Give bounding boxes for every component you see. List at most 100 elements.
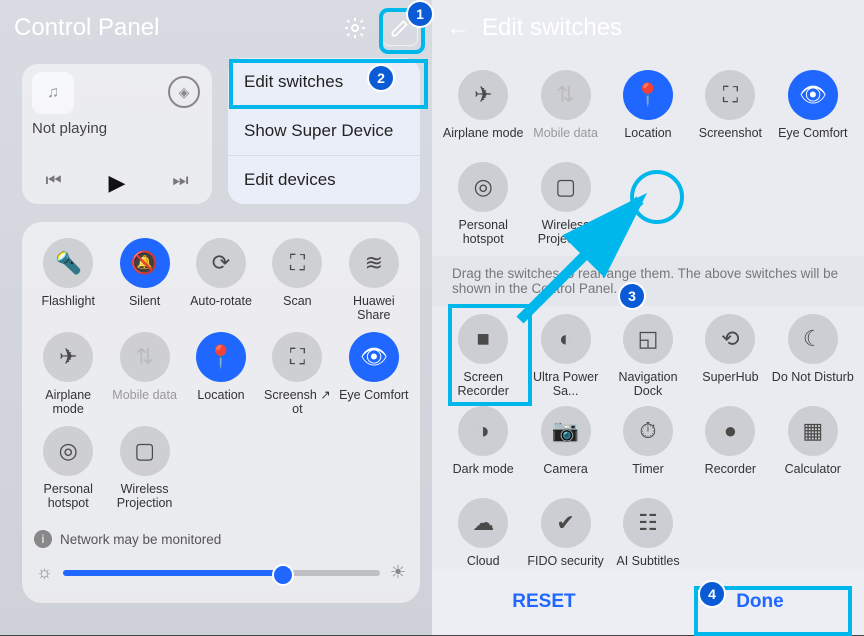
switch-auto-rotate[interactable]: ⟳Auto-rotate [183,238,259,324]
hub-icon: ⟲ [705,314,755,364]
right-header: ← Edit switches [432,0,864,56]
menu-edit-devices[interactable]: Edit devices [228,156,420,204]
annotation-1: 1 [406,0,434,28]
switch-label: Location [624,126,671,156]
calc-icon: ▦ [788,406,838,456]
switch-label: Timer [632,462,663,492]
media-controls: ⏮ ▶ ⏭ [22,170,212,196]
switch-ultra-power-sa-[interactable]: ◐Ultra Power Sa... [524,314,606,400]
switch-label: Silent [129,294,160,324]
annotation-3: 3 [618,282,646,310]
switch-label: Personal hotspot [442,218,524,248]
flash-icon: 🔦 [43,238,93,288]
switch-airplane-mode[interactable]: ✈Airplane mode [30,332,106,418]
shot-icon: ⛶ [272,332,322,382]
switch-label: Screensh ↗ ot [259,388,335,418]
switch-personal-hotspot[interactable]: ◎ Personal hotspot [442,162,524,248]
switch-dark-mode[interactable]: ◑ Dark mode [442,406,524,492]
switch-label: Camera [543,462,587,492]
prev-icon[interactable]: ⏮ [45,170,61,196]
switch-screen-recorder[interactable]: ■ Screen Recorder [442,314,524,400]
switch-screenshot[interactable]: ⛶ Screenshot [689,70,771,156]
nav-icon: ◱ [623,314,673,364]
switch-label: Recorder [705,462,756,492]
power-icon: ◐ [541,314,591,364]
rec-icon: ■ [458,314,508,364]
network-note: i Network may be monitored [34,530,408,548]
switch-location[interactable]: 📍 Location [607,70,689,156]
switch-mobile-data[interactable]: ⇅Mobile data [106,332,182,418]
switch-calculator[interactable]: ▦ Calculator [772,406,854,492]
cast-icon: ▢ [120,426,170,476]
switch-eye-comfort[interactable]: 👁Eye Comfort [772,70,854,156]
switch-mobile-data[interactable]: ⇅Mobile data [524,70,606,156]
switch-timer[interactable]: ⏱ Timer [607,406,689,492]
scan-icon: ⛶ [272,238,322,288]
switch-label: Screen Recorder [442,370,524,400]
note-text: Network may be monitored [60,532,221,547]
hotspot-icon: ◎ [458,162,508,212]
switch-label: Mobile data [112,388,177,418]
switch-location[interactable]: 📍Location [183,332,259,418]
cloud-icon: ☁ [458,498,508,548]
plane-icon: ✈ [458,70,508,120]
switch-camera[interactable]: 📷 Camera [524,406,606,492]
title: Control Panel [14,14,328,42]
dark-icon: ◑ [458,406,508,456]
switch-label: Dark mode [453,462,514,492]
slider-thumb[interactable] [272,564,294,586]
drag-instruction: Drag the switches to rearrange them. The… [432,256,864,306]
switch-label: Wireless Projection [524,218,606,248]
moon-icon: ☾ [788,314,838,364]
mic-icon: ● [705,406,755,456]
pin-icon: 📍 [196,332,246,382]
switch-label: Huawei Share [336,294,412,324]
switch-personal-hotspot[interactable]: ◎Personal hotspot [30,426,106,512]
album-art-icon: ♫ [32,72,74,114]
brightness-slider[interactable]: ☼ ☀ [36,562,406,583]
switch-wireless-projection[interactable]: ▢ Wireless Projection [524,162,606,248]
share-icon: ≋ [349,238,399,288]
shot-icon: ⛶ [705,70,755,120]
switch-label: SuperHub [702,370,758,400]
switch-eye-comfort[interactable]: 👁Eye Comfort [336,332,412,418]
reset-button[interactable]: RESET [466,581,621,623]
switch-label: Screenshot [699,126,762,156]
footer: RESET Done [432,569,864,635]
switch-label: Navigation Dock [607,370,689,400]
timer-icon: ⏱ [623,406,673,456]
eye-icon: 👁 [349,332,399,382]
bell-icon: 🔕 [120,238,170,288]
menu-show-super-device[interactable]: Show Super Device [228,107,420,156]
switch-label: Do Not Disturb [772,370,854,400]
switch-airplane-mode[interactable]: ✈ Airplane mode [442,70,524,156]
switch-scan[interactable]: ⛶Scan [259,238,335,324]
now-playing-label: Not playing [32,120,202,137]
switch-label: Calculator [785,462,841,492]
switch-superhub[interactable]: ⟲ SuperHub [689,314,771,400]
back-arrow-icon[interactable]: ← [446,14,470,42]
settings-gear-icon[interactable] [338,11,372,45]
switch-flashlight[interactable]: 🔦Flashlight [30,238,106,324]
plane-icon: ✈ [43,332,93,382]
next-icon[interactable]: ⏭ [172,170,188,196]
rotate-icon: ⟳ [196,238,246,288]
music-card: ♫ ◈ Not playing ⏮ ▶ ⏭ [22,64,212,204]
hotspot-icon: ◎ [43,426,93,476]
switch-do-not-disturb[interactable]: ☾ Do Not Disturb [772,314,854,400]
play-icon[interactable]: ▶ [109,170,126,196]
cam-icon: 📷 [541,406,591,456]
pin-icon: 📍 [623,70,673,120]
slider-track[interactable] [63,570,380,576]
cast-icon: ▢ [541,162,591,212]
switch-recorder[interactable]: ● Recorder [689,406,771,492]
cast-audio-icon[interactable]: ◈ [168,76,200,108]
switch-screensh-ot[interactable]: ⛶ Screensh ↗ ot [259,332,335,418]
switch-label: Mobile data [533,126,598,156]
switch-huawei-share[interactable]: ≋ Huawei Share [336,238,412,324]
switch-wireless-projection[interactable]: ▢Wireless Projection [106,426,182,512]
right-screen: ← Edit switches ✈ Airplane mode⇅Mobile da… [432,0,864,635]
switch-silent[interactable]: 🔕 Silent [106,238,182,324]
switch-label: Airplane mode [443,126,524,156]
switch-navigation-dock[interactable]: ◱ Navigation Dock [607,314,689,400]
